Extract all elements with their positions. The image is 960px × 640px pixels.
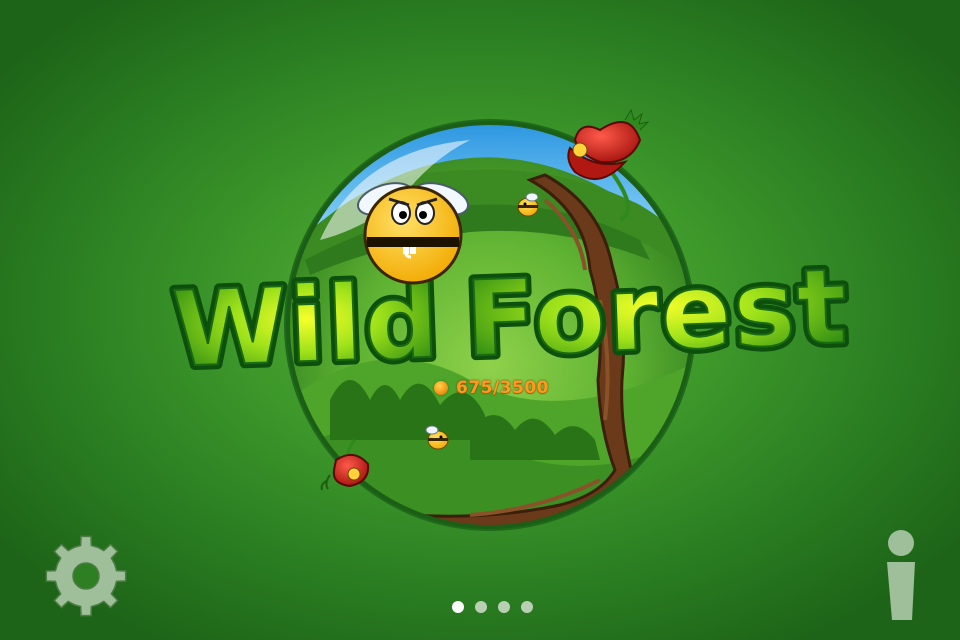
- game-menu-screen: Wild Wild Forest Forest 675/3500: [0, 0, 960, 640]
- game-title: Wild Wild Forest Forest: [165, 240, 856, 396]
- page-indicator[interactable]: [452, 601, 533, 613]
- page-dot[interactable]: [521, 601, 533, 613]
- world-level-globe[interactable]: Wild Wild Forest Forest: [0, 0, 960, 640]
- title-word-forest: Forest: [463, 245, 851, 380]
- info-icon[interactable]: [882, 530, 920, 622]
- score-value: 675/3500: [456, 378, 550, 398]
- coin-score: 675/3500: [434, 377, 549, 399]
- gear-icon[interactable]: [44, 534, 128, 618]
- page-dot[interactable]: [498, 601, 510, 613]
- page-dot[interactable]: [452, 601, 464, 613]
- page-dot[interactable]: [475, 601, 487, 613]
- coin-icon: [434, 381, 448, 395]
